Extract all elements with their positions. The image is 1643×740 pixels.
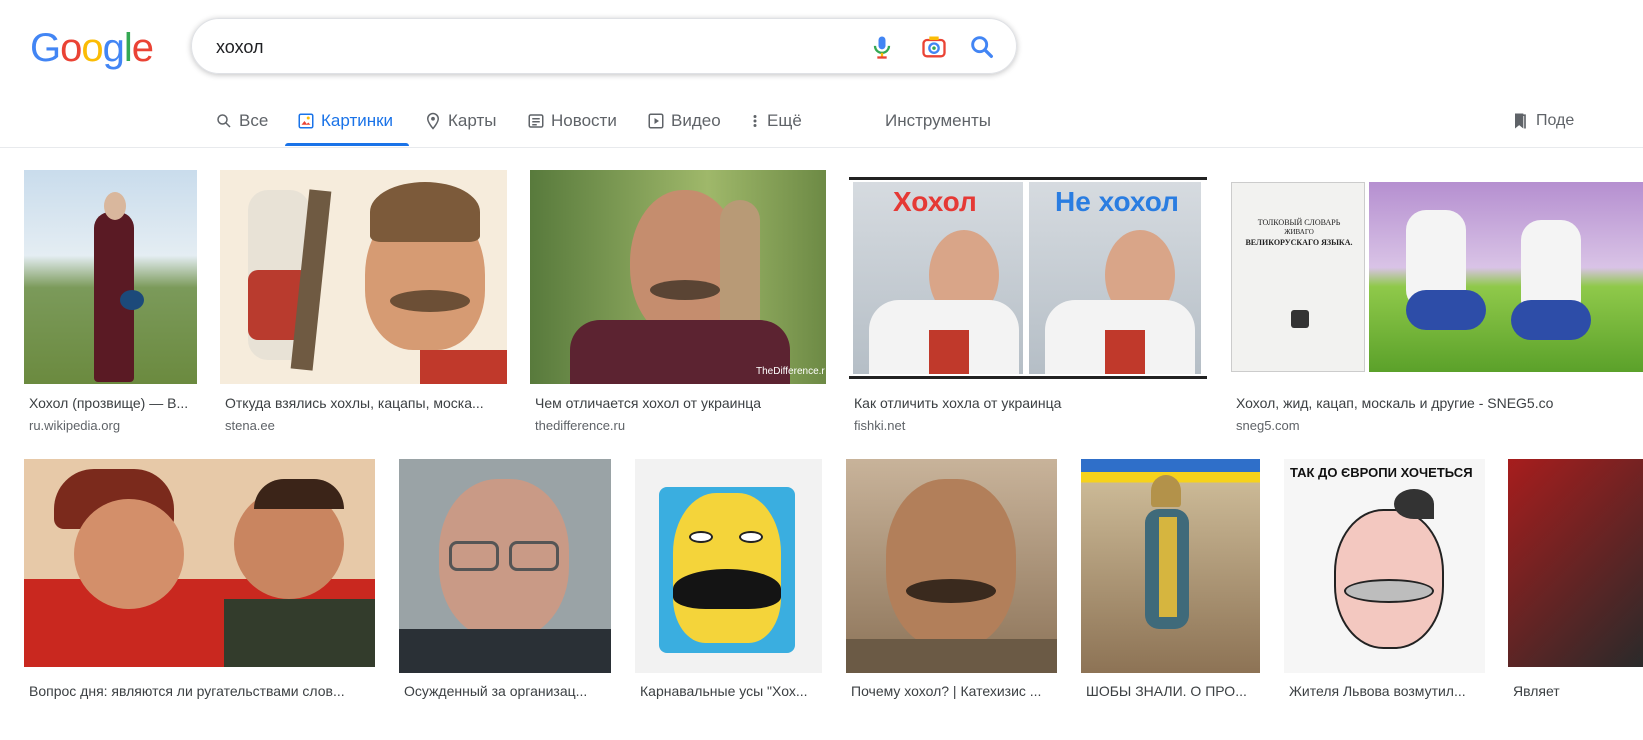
result-caption: Осужденный за организац... <box>404 683 588 699</box>
tab-video[interactable]: Видео <box>647 96 721 146</box>
image-result[interactable]: Осужденный за организац... <box>399 459 611 719</box>
result-thumbnail[interactable] <box>1508 459 1643 667</box>
image-result[interactable]: TheDifference.r Чем отличается хохол от … <box>530 170 826 440</box>
active-tab-indicator <box>285 143 409 146</box>
result-domain[interactable]: stena.ee <box>225 418 275 433</box>
result-domain[interactable]: thedifference.ru <box>535 418 625 433</box>
result-caption: Почему хохол? | Катехизис ... <box>851 683 1042 699</box>
tools-button[interactable]: Инструменты <box>885 96 991 146</box>
image-result[interactable]: Откуда взялись хохлы, кацапы, моска... s… <box>220 170 507 440</box>
image-result[interactable]: Вопрос дня: являются ли ругательствами с… <box>24 459 375 719</box>
map-pin-icon <box>426 112 440 130</box>
image-result[interactable]: ШОБЫ ЗНАЛИ. О ПРО... <box>1081 459 1260 719</box>
result-caption: Хохол, жид, кацап, москаль и другие - SN… <box>1236 395 1554 411</box>
tab-label: Новости <box>551 111 617 130</box>
image-result[interactable]: ТАК ДО ЄВРОПИ ХОЧЕТЬСЯ Жителя Львова воз… <box>1284 459 1485 719</box>
camera-lens-icon[interactable] <box>920 33 948 61</box>
tab-more[interactable]: Ещё <box>749 96 802 146</box>
result-thumbnail[interactable] <box>24 170 197 384</box>
result-thumbnail[interactable]: ТОЛКОВЫЙ СЛОВАРЬ ЖИВАГО ВЕЛИКОРУСКАГО ЯЗ… <box>1231 170 1643 384</box>
more-vert-icon <box>753 115 757 127</box>
result-caption: Откуда взялись хохлы, кацапы, моска... <box>225 395 484 411</box>
result-thumbnail[interactable] <box>220 170 507 384</box>
search-box[interactable] <box>191 18 1017 74</box>
saved-button[interactable]: Поде <box>1510 96 1574 146</box>
overlay-text-right: Не хохол <box>1055 186 1179 217</box>
image-result[interactable]: ТОЛКОВЫЙ СЛОВАРЬ ЖИВАГО ВЕЛИКОРУСКАГО ЯЗ… <box>1231 170 1643 440</box>
book-title-line3: ВЕЛИКОРУСКАГО ЯЗЫКА. <box>1245 238 1353 247</box>
result-thumbnail[interactable]: Хохол Не хохол <box>849 170 1207 384</box>
image-result[interactable]: Карнавальные усы "Хох... <box>635 459 822 719</box>
result-thumbnail[interactable] <box>1081 459 1260 673</box>
image-result[interactable]: Являет <box>1508 459 1643 719</box>
news-icon <box>528 114 544 128</box>
search-icon <box>217 114 231 128</box>
result-caption: Вопрос дня: являются ли ругательствами с… <box>29 683 345 699</box>
video-icon <box>648 113 664 129</box>
tab-all[interactable]: Все <box>215 96 268 146</box>
image-icon <box>298 113 314 129</box>
image-result[interactable]: Хохол (прозвище) — В... ru.wikipedia.org <box>24 170 197 440</box>
result-thumbnail[interactable] <box>24 459 375 667</box>
book-title-line1: ТОЛКОВЫЙ СЛОВАРЬ <box>1257 218 1341 227</box>
google-logo[interactable]: Google <box>30 26 154 71</box>
tab-news[interactable]: Новости <box>527 96 617 146</box>
image-result[interactable]: Хохол Не хохол Как отличить хохла от укр… <box>849 170 1207 440</box>
result-caption: Как отличить хохла от украинца <box>854 395 1062 411</box>
result-domain[interactable]: sneg5.com <box>1236 418 1300 433</box>
tab-label: Картинки <box>321 111 394 130</box>
tab-label: Карты <box>448 111 497 130</box>
tools-label: Инструменты <box>885 111 992 130</box>
overlay-text-left: Хохол <box>893 186 977 217</box>
search-icon[interactable] <box>968 33 996 61</box>
result-caption: Чем отличается хохол от украинца <box>535 395 762 411</box>
book-title-line2: ЖИВАГО <box>1284 228 1314 236</box>
tab-maps[interactable]: Карты <box>424 96 496 146</box>
result-thumbnail[interactable]: ТАК ДО ЄВРОПИ ХОЧЕТЬСЯ <box>1284 459 1485 673</box>
result-thumbnail[interactable]: TheDifference.r <box>530 170 826 384</box>
microphone-icon[interactable] <box>868 33 896 61</box>
result-thumbnail[interactable] <box>635 459 822 673</box>
result-domain[interactable]: fishki.net <box>854 418 905 433</box>
result-caption: Карнавальные усы "Хох... <box>640 683 808 699</box>
result-caption: Жителя Львова возмутил... <box>1289 683 1466 699</box>
tab-label: Все <box>239 111 269 130</box>
result-caption: Являет <box>1513 683 1560 699</box>
overlay-text: ТАК ДО ЄВРОПИ ХОЧЕТЬСЯ <box>1290 465 1473 480</box>
saved-label: Поде <box>1536 112 1575 129</box>
search-input[interactable] <box>216 33 836 61</box>
result-thumbnail[interactable] <box>846 459 1057 673</box>
search-tabs: Все Картинки Карты Новости Видео Ещё Инс… <box>0 96 1643 148</box>
watermark-text: TheDifference.r <box>756 366 825 377</box>
bookmark-icon <box>1515 113 1526 129</box>
result-caption: ШОБЫ ЗНАЛИ. О ПРО... <box>1086 683 1247 699</box>
result-caption: Хохол (прозвище) — В... <box>29 395 189 411</box>
image-result[interactable]: Почему хохол? | Катехизис ... <box>846 459 1057 719</box>
result-domain[interactable]: ru.wikipedia.org <box>29 418 120 433</box>
tab-images[interactable]: Картинки <box>297 96 393 146</box>
result-thumbnail[interactable] <box>399 459 611 673</box>
tab-label: Ещё <box>767 111 802 130</box>
tab-label: Видео <box>671 111 721 130</box>
header: Google Все Картинки <box>0 0 1643 148</box>
